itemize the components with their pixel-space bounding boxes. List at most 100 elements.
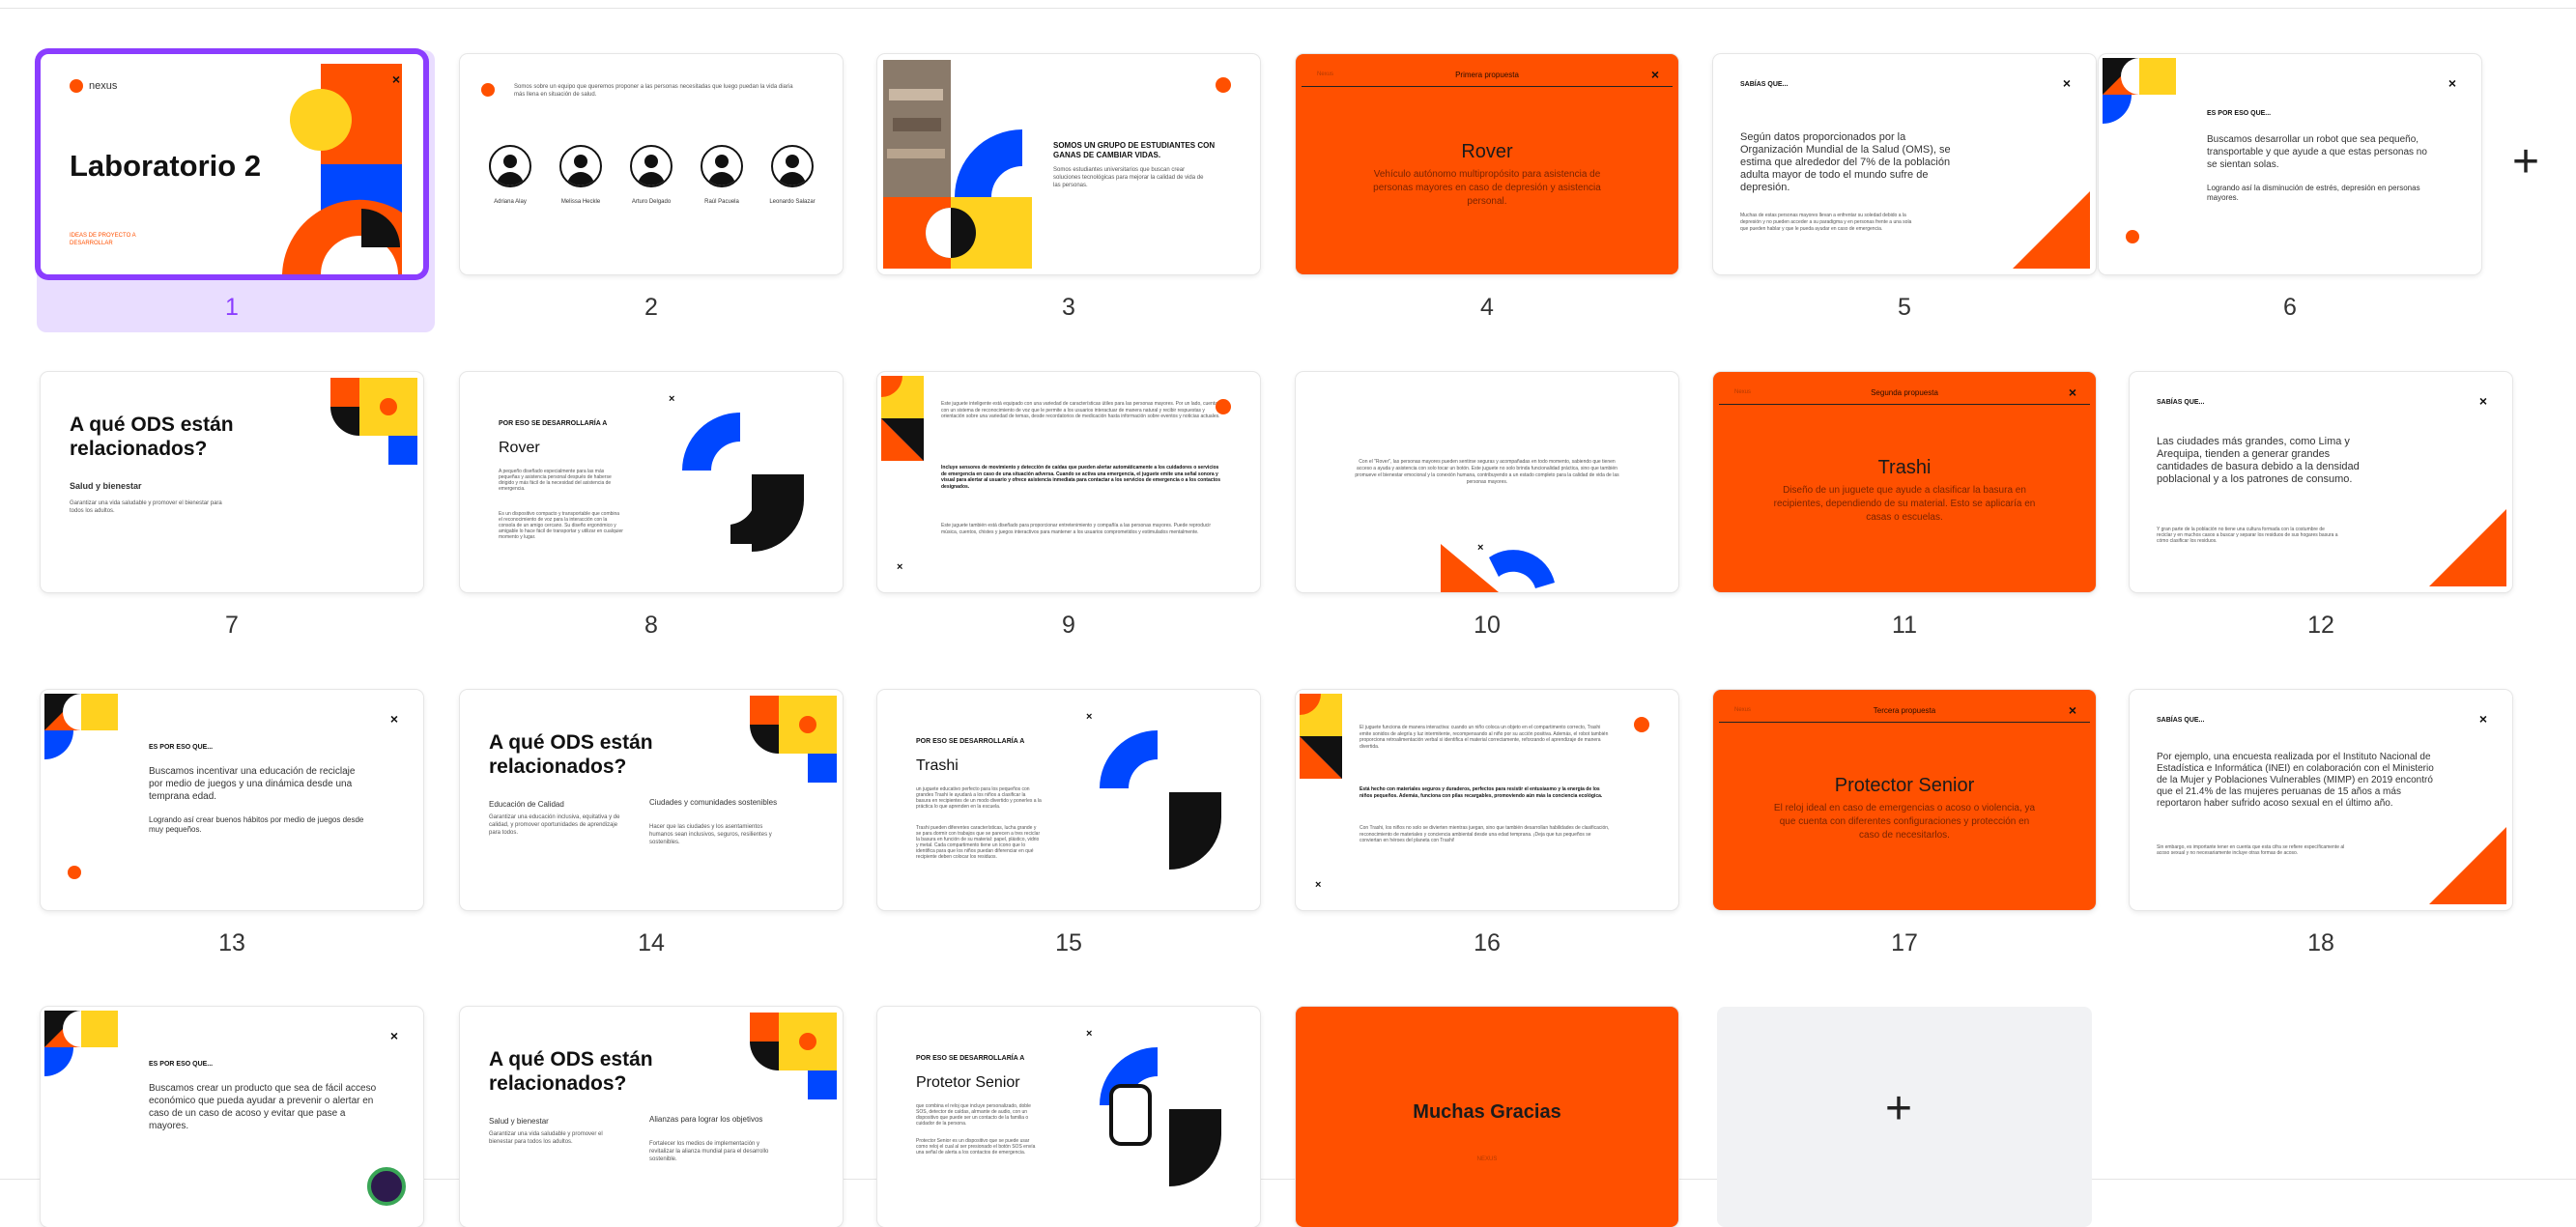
slide-kicker: SABÍAS QUE...: [2157, 717, 2205, 724]
slide-thumbnail-5[interactable]: SABÍAS QUE... × Según datos proporcionad…: [1713, 54, 2096, 274]
geometric-art: [1300, 694, 1342, 779]
close-icon: ×: [2068, 702, 2076, 718]
slide-thumbnail-16[interactable]: El juguete funciona de manera interactiv…: [1296, 690, 1678, 910]
slide-paragraph: A pequeño diseñado especialmente para la…: [499, 469, 612, 492]
ods-goal: Alianzas para lograr los objetivos: [649, 1115, 763, 1124]
slide-number: 10: [1474, 612, 1501, 639]
slide-number: 6: [2283, 294, 2297, 321]
slide-thumbnail-6[interactable]: ES POR ESO QUE... × Buscamos desarrollar…: [2099, 54, 2481, 274]
slide-thumbnail-8[interactable]: × POR ESO SE DESARROLLARÍA A Rover A peq…: [460, 372, 843, 592]
slide-number: 3: [1062, 294, 1075, 321]
slide-thumbnail-12[interactable]: SABÍAS QUE... × Las ciudades más grandes…: [2130, 372, 2512, 592]
slide-thumbnail-18[interactable]: SABÍAS QUE... × Por ejemplo, una encuest…: [2130, 690, 2512, 910]
geometric-art: [1100, 1047, 1221, 1186]
member-name: Adriana Alay: [494, 199, 527, 205]
ods-description: Garantizar una vida saludable y promover…: [70, 500, 222, 514]
triangle-shape: [2429, 509, 2506, 586]
slide-title: A qué ODS están relacionados?: [489, 1048, 653, 1095]
slide-thumbnail-3[interactable]: SOMOS UN GRUPO DE ESTUDIANTES CON GANAS …: [877, 54, 1260, 274]
member-name: Melissa Heckle: [560, 199, 601, 205]
slide-number: 17: [1891, 929, 1918, 956]
slide-text-secondary: Logrando así crear buenos hábitos por me…: [149, 815, 364, 834]
slide-title: A qué ODS están relacionados?: [70, 414, 234, 460]
close-icon: ×: [1315, 879, 1322, 891]
avatar-icon: [701, 145, 743, 187]
slide-paragraph: Este juguete también está diseñado para …: [941, 523, 1212, 535]
slide-number: 7: [225, 612, 239, 639]
member-name: Arturo Delgado: [631, 199, 672, 205]
close-icon: ×: [391, 71, 400, 87]
triangle-shape: [2013, 191, 2090, 269]
slide-thumbnail-11[interactable]: Nexus Segunda propuesta × Trashi Diseño …: [1713, 372, 2096, 592]
slide-product-name: Rover: [499, 440, 540, 456]
close-icon: ×: [1086, 711, 1093, 723]
close-icon: ×: [2478, 393, 2487, 409]
brand-dot: [1216, 399, 1231, 414]
slide-kicker: POR ESO SE DESARROLLARÍA A: [499, 420, 608, 427]
slide-number: 18: [2307, 929, 2334, 956]
slide-thumbnail-1[interactable]: nexus Laboratorio 2 IDEAS DE PROYECTO A …: [41, 54, 423, 274]
slide-thumbnail-7[interactable]: A qué ODS están relacionados? Salud y bi…: [41, 372, 423, 592]
slide-thumbnail-10[interactable]: Con el "Rover", las personas mayores pue…: [1296, 372, 1678, 592]
slide-body: Somos estudiantes universitarios que bus…: [1053, 167, 1204, 188]
ods-goal: Salud y bienestar: [70, 481, 142, 491]
slide-thumbnail-20[interactable]: A qué ODS están relacionados? Salud y bi…: [460, 1007, 843, 1227]
geometric-art: [750, 696, 837, 783]
close-icon: ×: [389, 1028, 398, 1043]
geometric-art: [1100, 730, 1221, 870]
slide-title: Rover: [1461, 141, 1513, 162]
slide-thumbnail-14[interactable]: A qué ODS están relacionados? Educación …: [460, 690, 843, 910]
slide-number: 13: [218, 929, 245, 956]
close-icon: ×: [669, 393, 675, 405]
slide-product-name: Protetor Senior: [916, 1074, 1020, 1091]
slide-text: Vehículo autónomo multipropósito para as…: [1373, 169, 1601, 207]
slide-intro: Somos sobre un equipo que queremos propo…: [514, 84, 793, 98]
add-icon: +: [1885, 1083, 1913, 1134]
slide-kicker: POR ESO SE DESARROLLARÍA A: [916, 738, 1025, 745]
member-name: Raúl Pacuela: [704, 199, 739, 205]
avatar-icon: [559, 145, 602, 187]
slide-text: Buscamos crear un producto que sea de fá…: [149, 1083, 377, 1131]
ods-description: Garantizar una vida saludable y promover…: [489, 1131, 603, 1145]
avatar-icon: [771, 145, 814, 187]
seal-icon: [367, 1167, 406, 1206]
slide-product-name: Trashi: [916, 757, 959, 774]
close-icon: ×: [2068, 385, 2076, 400]
slide-thumbnail-4[interactable]: Nexus Primera propuesta × Rover Vehículo…: [1296, 54, 1678, 274]
slide-thumbnail-13[interactable]: ES POR ESO QUE... × Buscamos incentivar …: [41, 690, 423, 910]
slide-number: 1: [225, 294, 239, 321]
ods-description: Fortalecer los medios de implementación …: [649, 1141, 769, 1162]
avatar-icon: [630, 145, 673, 187]
geometric-art: [1441, 544, 1555, 592]
slide-kicker: ES POR ESO QUE...: [149, 744, 214, 751]
geometric-art: [750, 1013, 837, 1099]
slide-paragraph: Este juguete inteligente está equipado c…: [941, 401, 1220, 419]
slide-thumbnail-2[interactable]: Somos sobre un equipo que queremos propo…: [460, 54, 843, 274]
add-slide-button[interactable]: +: [1717, 1007, 2092, 1227]
brand-dot: [1216, 77, 1231, 93]
brand-dot: [68, 866, 81, 879]
slide-thumbnail-21[interactable]: × POR ESO SE DESARROLLARÍA A Protetor Se…: [877, 1007, 1260, 1227]
slide-thumbnail-15[interactable]: × POR ESO SE DESARROLLARÍA A Trashi un j…: [877, 690, 1260, 910]
slide-number: 2: [644, 294, 658, 321]
slide-note: Muchas de estas personas mayores llevan …: [1740, 213, 1912, 232]
slide-thumbnail-17[interactable]: Nexus Tercera propuesta × Protector Seni…: [1713, 690, 2096, 910]
slide-kicker: ES POR ESO QUE...: [149, 1061, 214, 1068]
proposal-label: Tercera propuesta: [1873, 706, 1936, 715]
slide-title: Protector Senior: [1834, 775, 1975, 796]
slide-text: Según datos proporcionados por la Organi…: [1740, 131, 1951, 193]
slide-paragraph: Está hecho con materiales seguros y dura…: [1360, 786, 1603, 799]
brand-dot: [2126, 230, 2139, 243]
ods-description: Hacer que las ciudades y los asentamient…: [649, 824, 772, 845]
geometric-art: [2103, 58, 2176, 124]
slide-kicker: ES POR ESO QUE...: [2207, 110, 2272, 117]
slide-paragraph: Trashi pueden diferentes características…: [916, 825, 1041, 860]
slide-thumbnail-9[interactable]: Este juguete inteligente está equipado c…: [877, 372, 1260, 592]
geometric-art: [44, 694, 118, 759]
slide-thumbnail-19[interactable]: ES POR ESO QUE... × Buscamos crear un pr…: [41, 1007, 423, 1227]
slide-number: 9: [1062, 612, 1075, 639]
slide-note: Y gran parte de la población no tiene un…: [2157, 527, 2338, 544]
slide-thumbnail-22[interactable]: Muchas Gracias NEXUS: [1296, 1007, 1678, 1227]
slide-subtitle: IDEAS DE PROYECTO A DESARROLLAR: [70, 233, 136, 246]
add-slide-icon[interactable]: +: [2512, 135, 2539, 188]
